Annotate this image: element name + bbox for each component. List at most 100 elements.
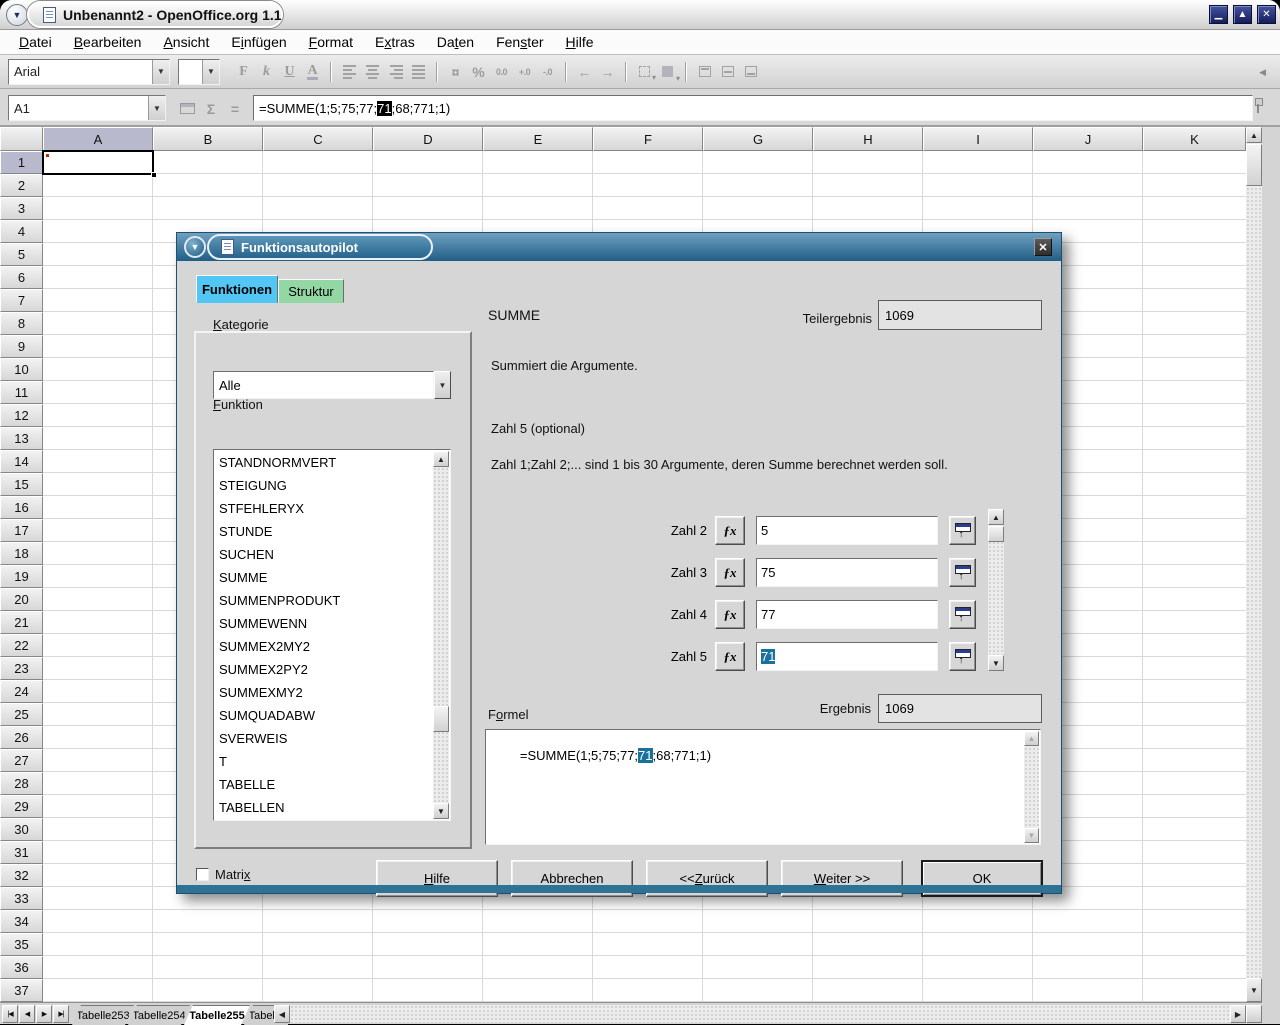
select-all-corner[interactable] bbox=[0, 127, 43, 151]
column-header-j[interactable]: J bbox=[1033, 127, 1143, 151]
first-sheet-button[interactable]: |◀ bbox=[2, 1005, 18, 1023]
column-header-b[interactable]: B bbox=[153, 127, 263, 151]
scroll-left-icon[interactable]: ◀ bbox=[274, 1005, 290, 1023]
row-header-32[interactable]: 32 bbox=[0, 864, 43, 887]
row-header-16[interactable]: 16 bbox=[0, 496, 43, 519]
font-size-combo[interactable]: ▼ bbox=[178, 59, 220, 85]
font-size-dropdown-icon[interactable]: ▼ bbox=[202, 60, 219, 84]
number-percent-button[interactable]: % bbox=[467, 60, 490, 84]
menu-hilfe[interactable]: Hilfe bbox=[555, 32, 605, 52]
column-header-a[interactable]: A bbox=[43, 127, 153, 151]
menu-bearbeiten[interactable]: Bearbeiten bbox=[63, 32, 153, 52]
background-color-button[interactable] bbox=[656, 60, 679, 84]
argument-fx-button[interactable]: ƒx bbox=[715, 558, 745, 587]
row-header-7[interactable]: 7 bbox=[0, 289, 43, 312]
font-name-dropdown-icon[interactable]: ▼ bbox=[152, 60, 169, 84]
pin-icon[interactable] bbox=[1254, 98, 1262, 114]
align-center-vertical-button[interactable] bbox=[716, 60, 739, 84]
function-autopilot-button[interactable] bbox=[176, 98, 198, 119]
increase-indent-button[interactable]: → bbox=[596, 60, 619, 84]
toolbar-overflow-icon[interactable]: ◀ bbox=[1259, 67, 1266, 78]
row-header-35[interactable]: 35 bbox=[0, 933, 43, 956]
column-header-g[interactable]: G bbox=[703, 127, 813, 151]
row-header-3[interactable]: 3 bbox=[0, 197, 43, 220]
add-decimal-button[interactable]: +.0 bbox=[513, 60, 536, 84]
borders-button[interactable] bbox=[633, 60, 656, 84]
argument-scroll-thumb[interactable] bbox=[988, 526, 1004, 542]
font-color-button[interactable]: A bbox=[301, 60, 324, 84]
tab-struktur[interactable]: Struktur bbox=[278, 279, 344, 303]
justify-button[interactable] bbox=[407, 60, 430, 84]
window-menu-button[interactable]: ▼ bbox=[6, 4, 28, 26]
column-header-e[interactable]: E bbox=[483, 127, 593, 151]
row-header-22[interactable]: 22 bbox=[0, 634, 43, 657]
argument-fx-button[interactable]: ƒx bbox=[715, 642, 745, 671]
dialog-close-button[interactable]: ✕ bbox=[1034, 238, 1052, 256]
scroll-up-icon[interactable]: ▲ bbox=[988, 509, 1004, 525]
sheet-tab-tabelle254[interactable]: Tabelle254 bbox=[128, 1005, 190, 1025]
horizontal-scrollbar[interactable] bbox=[274, 1005, 1246, 1023]
row-header-29[interactable]: 29 bbox=[0, 795, 43, 818]
align-center-button[interactable] bbox=[361, 60, 384, 84]
argument-fx-button[interactable]: ƒx bbox=[715, 516, 745, 545]
last-sheet-button[interactable]: ▶| bbox=[53, 1005, 69, 1023]
sum-button[interactable]: Σ bbox=[200, 98, 222, 119]
row-header-2[interactable]: 2 bbox=[0, 174, 43, 197]
shrink-button[interactable]: ↑ bbox=[949, 600, 976, 629]
decrease-indent-button[interactable]: ← bbox=[573, 60, 596, 84]
align-top-button[interactable] bbox=[693, 60, 716, 84]
row-header-15[interactable]: 15 bbox=[0, 473, 43, 496]
column-header-k[interactable]: K bbox=[1143, 127, 1246, 151]
row-header-26[interactable]: 26 bbox=[0, 726, 43, 749]
vertical-scrollbar[interactable] bbox=[1246, 127, 1262, 1002]
number-standard-button[interactable]: 0.0 bbox=[490, 60, 513, 84]
row-header-14[interactable]: 14 bbox=[0, 450, 43, 473]
row-header-10[interactable]: 10 bbox=[0, 358, 43, 381]
row-header-24[interactable]: 24 bbox=[0, 680, 43, 703]
delete-decimal-button[interactable]: -.0 bbox=[536, 60, 559, 84]
align-right-button[interactable] bbox=[384, 60, 407, 84]
row-header-23[interactable]: 23 bbox=[0, 657, 43, 680]
row-header-30[interactable]: 30 bbox=[0, 818, 43, 841]
menu-einfgen[interactable]: Einfügen bbox=[220, 32, 297, 52]
row-header-20[interactable]: 20 bbox=[0, 588, 43, 611]
underline-button[interactable]: U bbox=[278, 60, 301, 84]
dialog-menu-button[interactable]: ▼ bbox=[184, 236, 206, 258]
prev-sheet-button[interactable]: ◀ bbox=[19, 1005, 35, 1023]
cell-reference-box[interactable]: A1 ▼ bbox=[8, 95, 166, 121]
dialog-titlebar[interactable]: ▼ Funktionsautopilot ✕ bbox=[177, 233, 1061, 261]
matrix-checkbox[interactable] bbox=[196, 868, 209, 881]
formula-input[interactable]: =SUMME(1;5;75;77;71;68;771;1) bbox=[253, 95, 1253, 121]
menu-daten[interactable]: Daten bbox=[426, 32, 485, 52]
row-header-28[interactable]: 28 bbox=[0, 772, 43, 795]
scroll-down-icon[interactable]: ▼ bbox=[1024, 828, 1039, 843]
column-header-h[interactable]: H bbox=[813, 127, 923, 151]
menu-extras[interactable]: Extras bbox=[364, 32, 426, 52]
shrink-button[interactable]: ↑ bbox=[949, 642, 976, 671]
sheet-tab-tabelle253[interactable]: Tabelle253 bbox=[72, 1005, 134, 1025]
row-header-37[interactable]: 37 bbox=[0, 979, 43, 1002]
row-header-13[interactable]: 13 bbox=[0, 427, 43, 450]
number-currency-button[interactable]: ¤ bbox=[444, 60, 467, 84]
name-box-dropdown-icon[interactable]: ▼ bbox=[148, 96, 165, 120]
maximize-button[interactable]: ▲ bbox=[1233, 5, 1252, 24]
argument-input[interactable]: 5 bbox=[756, 516, 938, 545]
minimize-button[interactable]: ▁ bbox=[1209, 5, 1228, 24]
row-header-1[interactable]: 1 bbox=[0, 151, 43, 174]
sheet-tab-tabelle255[interactable]: Tabelle255 bbox=[184, 1005, 250, 1025]
row-header-21[interactable]: 21 bbox=[0, 611, 43, 634]
align-left-button[interactable] bbox=[338, 60, 361, 84]
argument-input[interactable]: 71 bbox=[756, 642, 938, 671]
font-name-combo[interactable]: Arial ▼ bbox=[8, 59, 170, 85]
menu-fenster[interactable]: Fenster bbox=[485, 32, 554, 52]
argument-fx-button[interactable]: ƒx bbox=[715, 600, 745, 629]
scroll-up-icon[interactable]: ▲ bbox=[1024, 731, 1039, 746]
bold-button[interactable]: F bbox=[232, 60, 255, 84]
selected-cell[interactable] bbox=[42, 150, 154, 175]
row-header-8[interactable]: 8 bbox=[0, 312, 43, 335]
scroll-up-icon[interactable]: ▲ bbox=[1246, 127, 1262, 143]
row-header-18[interactable]: 18 bbox=[0, 542, 43, 565]
fill-handle[interactable] bbox=[151, 172, 157, 178]
menu-ansicht[interactable]: Ansicht bbox=[152, 32, 220, 52]
column-header-f[interactable]: F bbox=[593, 127, 703, 151]
